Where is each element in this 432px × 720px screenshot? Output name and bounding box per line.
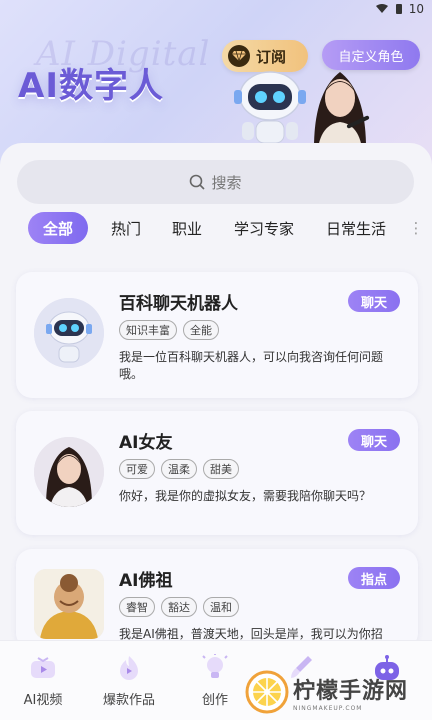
character-name: AI女友 <box>119 433 173 453</box>
flame-icon <box>113 653 145 683</box>
robot-icon <box>34 298 104 368</box>
tab-daily-life[interactable]: 日常生活 <box>316 212 396 244</box>
character-card[interactable]: AI佛祖 指点 睿智 豁达 温和 我是AI佛祖，普渡天地，回头是岸，我可以为你招 <box>16 549 418 649</box>
woman-illustration <box>314 72 370 148</box>
woman-avatar-icon <box>34 437 104 507</box>
tab-study-expert[interactable]: 学习专家 <box>222 212 306 244</box>
status-time: 10 <box>408 2 424 16</box>
chat-button[interactable]: 聊天 <box>348 290 400 312</box>
wifi-icon <box>375 4 388 13</box>
character-card[interactable]: AI女友 聊天 可爱 温柔 甜美 你好，我是你的虚拟女友，需要我陪你聊天吗？ <box>16 411 418 535</box>
character-description: 我是一位百科聊天机器人，可以向我咨询任何问题哦。 <box>119 350 384 381</box>
tag: 豁达 <box>161 597 197 617</box>
tab-all[interactable]: 全部 <box>28 212 88 244</box>
nav-ai-video[interactable]: AI视频 <box>0 641 86 720</box>
diamond-icon <box>228 45 250 67</box>
nav-label: 爆款作品 <box>102 693 155 708</box>
nav-label: 创作 <box>201 693 228 708</box>
character-name: 百科聊天机器人 <box>119 294 238 314</box>
lemon-logo-icon <box>245 670 289 714</box>
tag: 全能 <box>183 320 219 340</box>
robot-illustration <box>234 71 306 144</box>
status-bar: 10 <box>375 2 424 16</box>
subscribe-label: 订阅 <box>256 47 287 66</box>
search-bar[interactable]: 搜索 <box>17 160 414 204</box>
tag-list: 睿智 豁达 温和 <box>119 597 239 617</box>
watermark-text: 柠檬手游网 <box>293 678 409 704</box>
character-card[interactable]: 百科聊天机器人 聊天 知识丰富 全能 我是一位百科聊天机器人，可以向我咨询任何问… <box>16 272 418 398</box>
video-icon <box>27 653 59 683</box>
character-description: 你好，我是你的虚拟女友，需要我陪你聊天吗？ <box>119 489 372 503</box>
tag: 可爱 <box>119 459 155 479</box>
search-placeholder: 搜索 <box>211 173 242 192</box>
watermark-subtext: NINGMAKEUP.COM <box>293 704 363 712</box>
search-icon <box>190 174 206 190</box>
app-title: AI数字人 <box>18 66 164 106</box>
tab-profession[interactable]: 职业 <box>160 212 214 244</box>
guide-button[interactable]: 指点 <box>348 567 400 589</box>
battery-icon <box>395 4 402 14</box>
tabs-more-indicator: ⋮ <box>408 219 424 237</box>
lightbulb-icon <box>199 653 231 683</box>
tab-hot[interactable]: 热门 <box>100 212 152 244</box>
nav-hot-works[interactable]: 爆款作品 <box>86 641 172 720</box>
tag: 甜美 <box>203 459 239 479</box>
character-name: AI佛祖 <box>119 571 173 591</box>
tag: 温和 <box>203 597 239 617</box>
tag-list: 可爱 温柔 甜美 <box>119 459 239 479</box>
chat-button[interactable]: 聊天 <box>348 429 400 451</box>
category-tabs: 全部 热门 职业 学习专家 日常生活 ⋮ <box>0 212 432 246</box>
nav-label: AI视频 <box>23 693 63 708</box>
buddha-icon <box>34 569 104 639</box>
tag: 知识丰富 <box>119 320 177 340</box>
tag: 睿智 <box>119 597 155 617</box>
watermark: 柠檬手游网 NINGMAKEUP.COM <box>245 668 430 716</box>
tag: 温柔 <box>161 459 197 479</box>
tag-list: 知识丰富 全能 <box>119 320 219 340</box>
